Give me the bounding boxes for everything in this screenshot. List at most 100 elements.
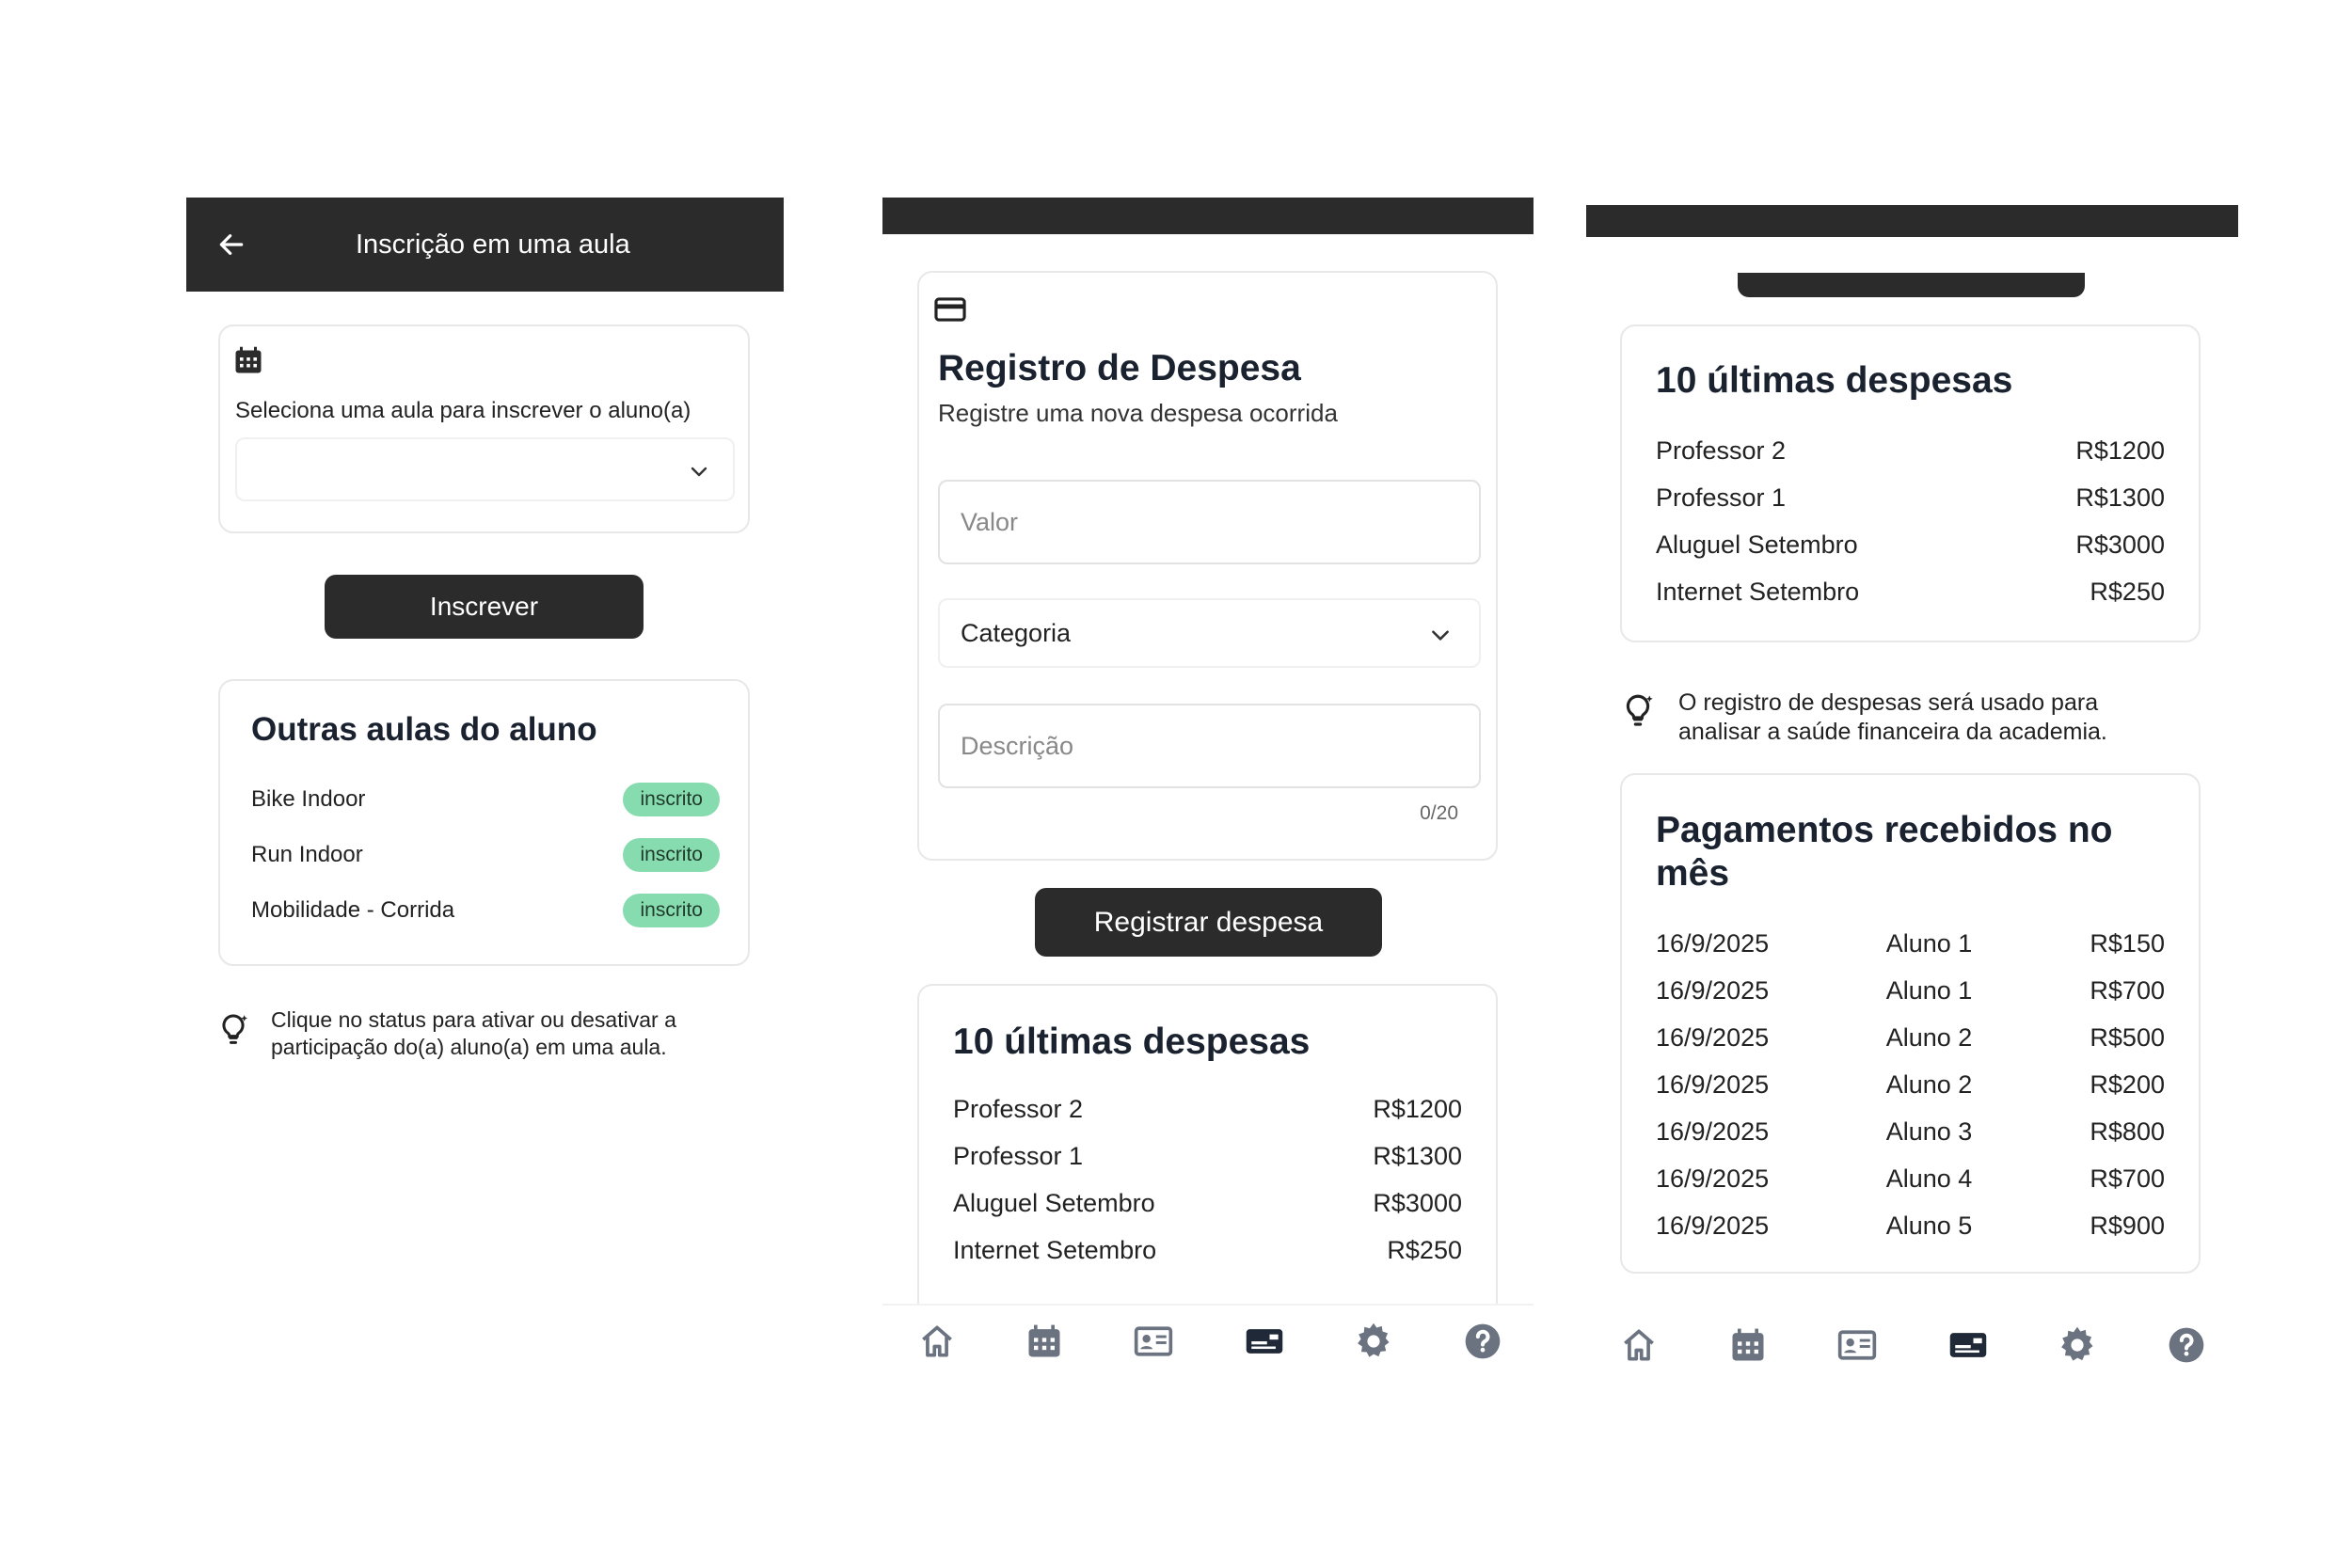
payment-date: 16/9/2025: [1656, 1164, 1770, 1193]
panel2-header: [882, 198, 1534, 234]
payment-date: 16/9/2025: [1656, 1117, 1770, 1146]
payment-student: Aluno 1: [1885, 976, 1973, 1005]
tip-text: Clique no status para ativar ou desativa…: [271, 1007, 676, 1059]
last-expenses-title: 10 últimas despesas: [1656, 360, 2013, 401]
expense-amount: R$3000: [1373, 1189, 1462, 1217]
table-row: Professor 1 R$1300: [953, 1142, 1462, 1171]
payment-date: 16/9/2025: [1656, 929, 1770, 958]
payment-amount: R$500: [2090, 1023, 2165, 1052]
class-name: Bike Indoor: [251, 786, 366, 812]
expense-amount: R$1200: [1373, 1095, 1462, 1123]
table-row: 16/9/2025 Aluno 2 R$500: [1656, 1023, 2165, 1053]
expense-name: Professor 2: [1656, 436, 1787, 465]
payment-student: Aluno 3: [1885, 1117, 1973, 1146]
table-row: 16/9/2025 Aluno 3 R$800: [1656, 1117, 2165, 1147]
payment-amount: R$800: [2090, 1117, 2165, 1146]
expense-name: Professor 1: [953, 1142, 1084, 1170]
table-row: Professor 2 R$1200: [1656, 436, 2165, 466]
list-item: Bike Indoor inscrito: [251, 783, 720, 816]
register-expense-button-partial[interactable]: [1738, 273, 2085, 297]
table-row: 16/9/2025 Aluno 4 R$700: [1656, 1164, 2165, 1194]
table-row: Aluguel Setembro R$3000: [1656, 531, 2165, 560]
payment-date: 16/9/2025: [1656, 1212, 1770, 1240]
last-expenses-card: 10 últimas despesas Professor 2 R$1200 P…: [1620, 325, 2201, 642]
enroll-button[interactable]: Inscrever: [325, 575, 644, 639]
status-badge[interactable]: inscrito: [623, 838, 720, 872]
last-expenses-title: 10 últimas despesas: [953, 1022, 1311, 1062]
table-row: 16/9/2025 Aluno 5 R$900: [1656, 1212, 2165, 1241]
chevron-down-icon: [688, 460, 710, 483]
expense-amount: R$3000: [2075, 531, 2165, 559]
calendar-icon: [231, 343, 267, 379]
last-expenses-card: 10 últimas despesas Professor 2 R$1200 P…: [917, 984, 1498, 1304]
id-card-icon[interactable]: [1131, 1319, 1176, 1364]
expense-amount: R$1300: [2075, 483, 2165, 512]
status-badge[interactable]: inscrito: [623, 783, 720, 816]
help-icon[interactable]: [2164, 1323, 2209, 1368]
descricao-input[interactable]: Descrição: [938, 704, 1481, 788]
payment-student: Aluno 2: [1885, 1023, 1973, 1052]
tip-text: O registro de despesas será usado para a…: [1678, 689, 2107, 745]
char-counter: 0/20: [1420, 802, 1458, 824]
table-row: Professor 1 R$1300: [1656, 483, 2165, 513]
expense-name: Internet Setembro: [1656, 578, 1860, 606]
table-row: Internet Setembro R$250: [953, 1236, 1462, 1265]
payment-amount: R$700: [2090, 1164, 2165, 1193]
class-name: Run Indoor: [251, 842, 363, 867]
chevron-down-icon: [1428, 623, 1453, 647]
payment-date: 16/9/2025: [1656, 976, 1770, 1005]
page-title: Inscrição em uma aula: [356, 230, 630, 260]
categoria-value: Categoria: [961, 618, 1072, 647]
class-name: Mobilidade - Corrida: [251, 897, 455, 923]
expense-name: Professor 1: [1656, 483, 1787, 512]
settings-gear-icon[interactable]: [2055, 1323, 2100, 1368]
calendar-icon[interactable]: [1725, 1323, 1771, 1368]
payment-amount: R$150: [2090, 929, 2165, 958]
panel3-header: [1586, 205, 2238, 237]
bottom-nav: [882, 1304, 1534, 1388]
form-title: Registro de Despesa: [938, 348, 1301, 388]
form-subtitle: Registre uma nova despesa ocorrida: [938, 399, 1338, 427]
table-row: Aluguel Setembro R$3000: [953, 1189, 1462, 1218]
valor-placeholder: Valor: [961, 507, 1019, 536]
other-classes-title: Outras aulas do aluno: [251, 711, 597, 748]
id-card-icon[interactable]: [1835, 1323, 1880, 1368]
payment-student: Aluno 5: [1885, 1212, 1973, 1240]
expense-amount: R$1200: [2075, 436, 2165, 465]
panel1-header: Inscrição em uma aula: [186, 198, 784, 292]
payment-amount: R$900: [2090, 1212, 2165, 1240]
expenses-card-icon[interactable]: [1944, 1323, 1993, 1368]
calendar-icon[interactable]: [1022, 1319, 1067, 1364]
home-icon[interactable]: [914, 1319, 960, 1364]
lightbulb-icon: [215, 1011, 256, 1053]
payment-date: 16/9/2025: [1656, 1070, 1770, 1099]
settings-gear-icon[interactable]: [1351, 1319, 1396, 1364]
lightbulb-icon: [1618, 691, 1660, 733]
help-icon[interactable]: [1460, 1319, 1505, 1364]
valor-input[interactable]: Valor: [938, 480, 1481, 564]
back-arrow-icon[interactable]: [216, 230, 246, 260]
table-row: Internet Setembro R$250: [1656, 578, 2165, 607]
class-select[interactable]: [235, 437, 735, 501]
expense-amount: R$250: [2090, 578, 2165, 606]
payment-amount: R$200: [2090, 1070, 2165, 1099]
expense-name: Internet Setembro: [953, 1236, 1157, 1264]
payments-title: Pagamentos recebidos no mês: [1656, 810, 2113, 894]
status-badge[interactable]: inscrito: [623, 894, 720, 927]
payment-date: 16/9/2025: [1656, 1023, 1770, 1052]
expense-amount: R$1300: [1373, 1142, 1462, 1170]
home-icon[interactable]: [1616, 1323, 1661, 1368]
list-item: Run Indoor inscrito: [251, 838, 720, 872]
categoria-select[interactable]: Categoria: [938, 598, 1481, 668]
register-expense-button[interactable]: Registrar despesa: [1035, 888, 1382, 957]
payment-student: Aluno 4: [1885, 1164, 1973, 1193]
other-classes-card: Outras aulas do aluno Bike Indoor inscri…: [218, 679, 750, 966]
list-item: Mobilidade - Corrida inscrito: [251, 894, 720, 927]
expense-name: Aluguel Setembro: [953, 1189, 1155, 1217]
select-label: Seleciona uma aula para inscrever o alun…: [235, 398, 691, 423]
table-row: 16/9/2025 Aluno 1 R$150: [1656, 929, 2165, 958]
expense-name: Aluguel Setembro: [1656, 531, 1858, 559]
payments-card: Pagamentos recebidos no mês 16/9/2025 Al…: [1620, 773, 2201, 1274]
class-select-card: Seleciona uma aula para inscrever o alun…: [218, 325, 750, 533]
expenses-card-icon[interactable]: [1240, 1319, 1289, 1364]
